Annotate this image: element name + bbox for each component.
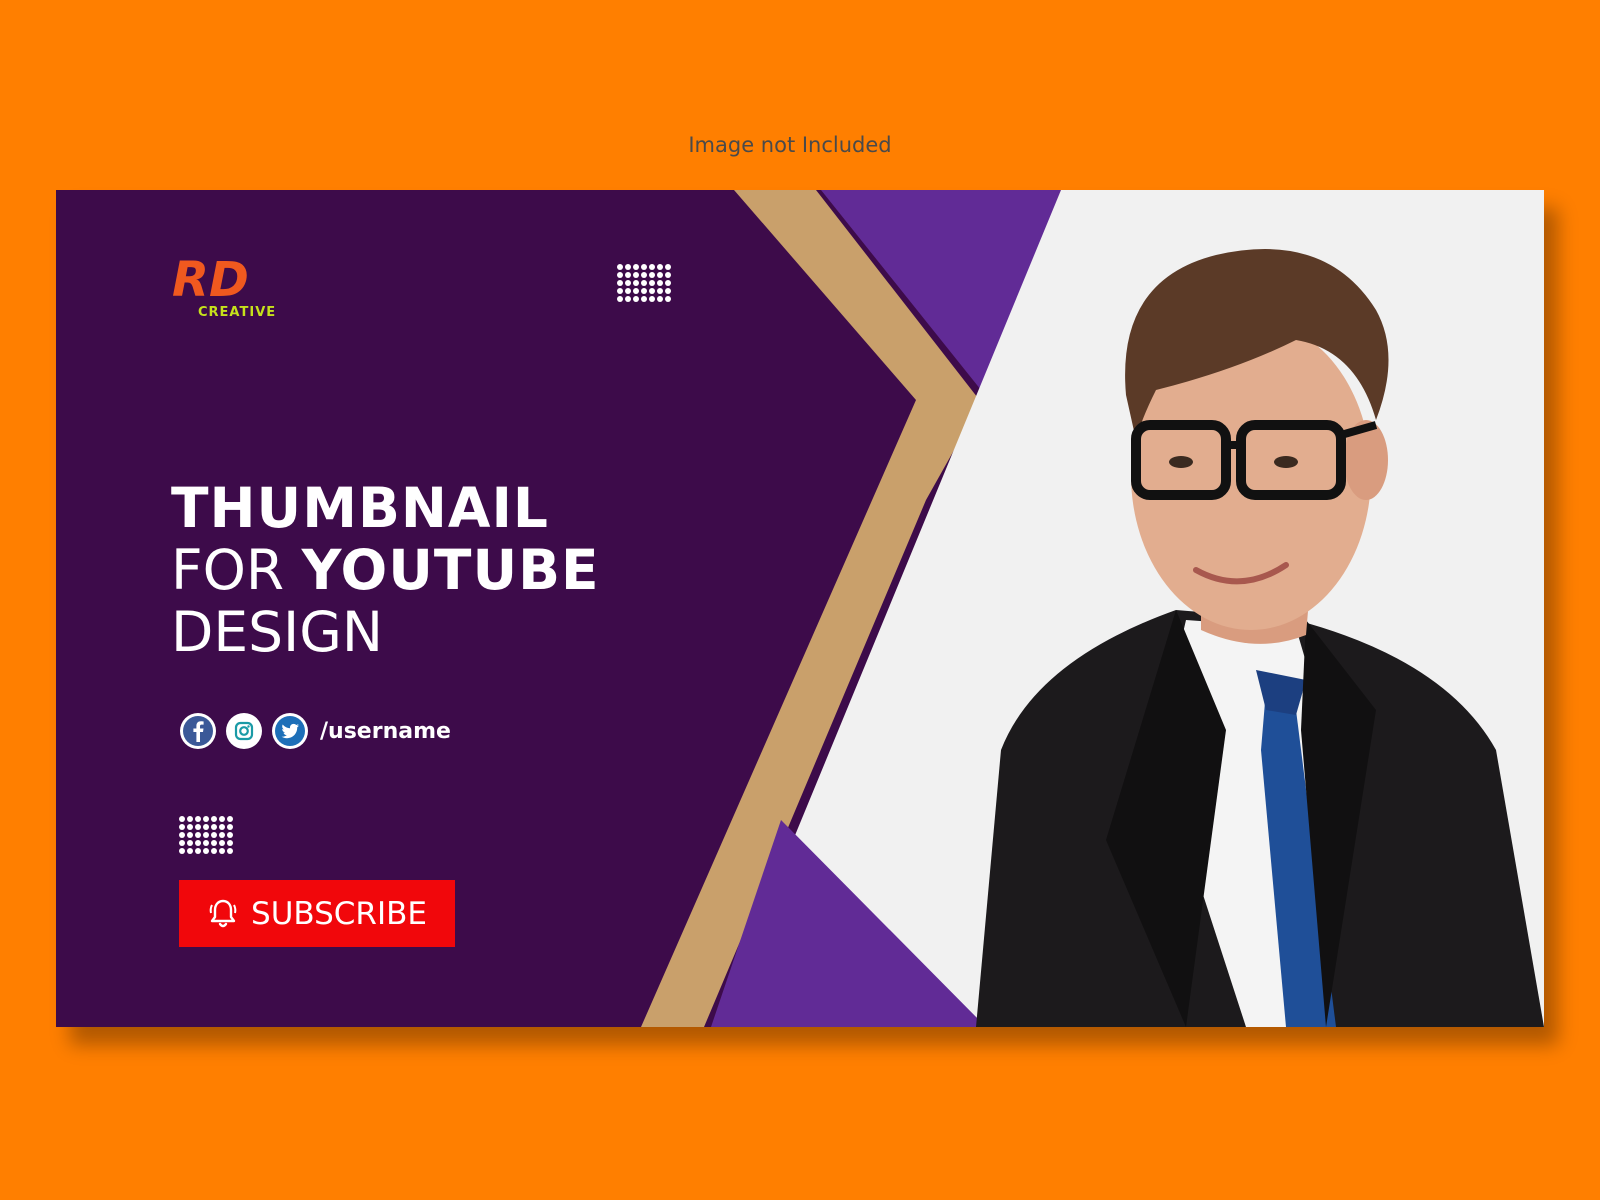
youtube-thumbnail-banner: RD CREATIVE THUMBNAIL FOR YOUTUBE DESIGN bbox=[56, 190, 1544, 1027]
twitter-icon[interactable] bbox=[272, 713, 308, 749]
headline-line-1: THUMBNAIL bbox=[171, 476, 549, 540]
subscribe-button[interactable]: SUBSCRIBE bbox=[179, 880, 455, 947]
headline-line-2: FOR YOUTUBE bbox=[171, 538, 600, 602]
headline: THUMBNAIL FOR YOUTUBE DESIGN bbox=[171, 481, 600, 667]
svg-text:RD: RD bbox=[172, 256, 249, 308]
dot-grid-decoration bbox=[617, 264, 671, 302]
person-photo bbox=[976, 249, 1544, 1027]
instagram-icon[interactable] bbox=[226, 713, 262, 749]
svg-text:CREATIVE: CREATIVE bbox=[198, 305, 276, 320]
social-links: /username bbox=[180, 713, 451, 749]
rd-creative-logo: RD CREATIVE bbox=[170, 252, 320, 326]
social-handle[interactable]: /username bbox=[320, 719, 451, 744]
headline-line-3: DESIGN bbox=[171, 600, 383, 664]
dot-grid-decoration bbox=[179, 816, 233, 854]
facebook-icon[interactable] bbox=[180, 713, 216, 749]
canvas: Image not Included RD CREATIVE THUMBNAIL… bbox=[0, 0, 1600, 1200]
bell-icon bbox=[209, 899, 237, 927]
image-not-included-note: Image not Included bbox=[688, 133, 892, 157]
subscribe-label: SUBSCRIBE bbox=[251, 895, 427, 932]
